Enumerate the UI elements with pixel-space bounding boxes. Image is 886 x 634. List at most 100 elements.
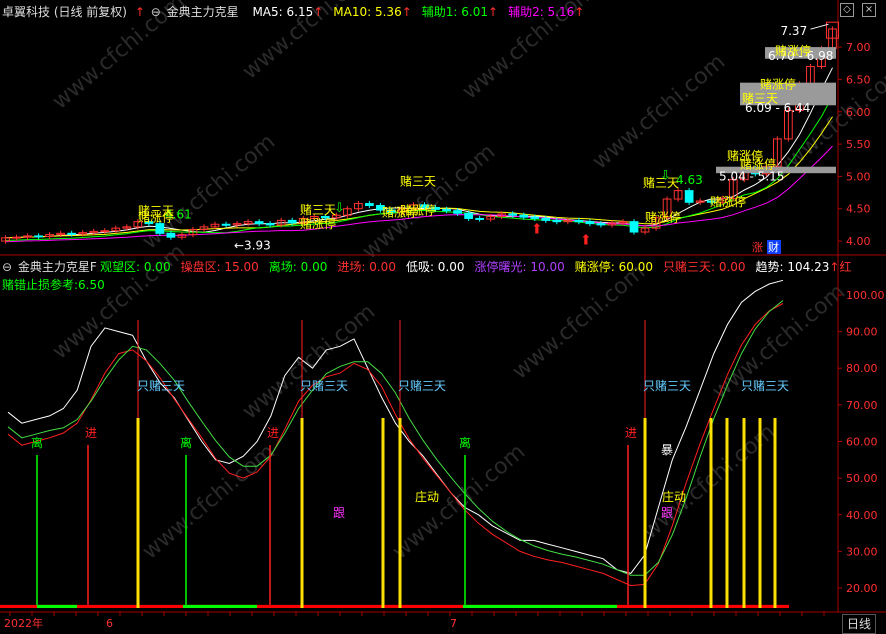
candle-body: [574, 219, 584, 223]
main-legend-item: MA10: 5.36: [333, 5, 402, 19]
watermark-text: www.cfchi.com: [588, 49, 730, 174]
y-tick-label: 6.00: [846, 106, 871, 119]
zone-watch: [37, 604, 77, 608]
down-arrow-icon: ⇩: [334, 201, 345, 216]
y-tick-label: 80.00: [846, 362, 878, 375]
candle-body: [552, 219, 562, 223]
candle-body: [585, 221, 595, 225]
main-legend: MA5: 6.15↑ MA10: 5.36↑ 辅助1: 6.01↑ 辅助2: 5.16…: [242, 5, 584, 19]
candle-body: [265, 223, 275, 226]
sub-legend-item: 只赌三天: 0.00: [662, 260, 746, 274]
candle-body: [221, 223, 231, 226]
value-label: 4.63: [676, 173, 703, 187]
candle-body: [365, 203, 374, 207]
candle-body: [464, 212, 473, 219]
sub-header: ⊖ 金典主力克星F: [2, 258, 97, 276]
window-title: 卓翼科技 (日线 前复权): [2, 5, 127, 19]
y-tick-label: 90.00: [846, 326, 878, 339]
up-arrow-icon: ↑: [313, 5, 324, 19]
candle-body: [254, 221, 264, 225]
up-arrow-icon: ↑: [574, 5, 585, 19]
gamble-label: 赌涨停: [645, 210, 681, 225]
main-legend-item: 辅助2: 5.16: [508, 5, 575, 19]
candle-body: [530, 216, 540, 219]
low-label: ←3.93: [234, 239, 271, 253]
three-days-label: 只赌三天: [137, 379, 185, 393]
y-tick-label: 70.00: [846, 399, 878, 412]
candle-body: [155, 223, 165, 234]
sub-legend-item: 进场: 0.00: [337, 260, 396, 274]
main-indicator-name[interactable]: 金典主力克星: [167, 5, 239, 19]
restore-icon[interactable]: ◇: [840, 3, 854, 17]
gamble-label: 赌涨停: [138, 210, 174, 225]
watermark-text: www.cfchi.com: [508, 259, 650, 384]
y-tick-label: 30.00: [846, 545, 878, 558]
three-days-label: 只赌三天: [643, 379, 691, 393]
stoploss-label: 赌错止损参考:6.50: [2, 278, 105, 292]
y-tick-label: 100.00: [846, 289, 885, 302]
up-arrow-icon: ↑: [488, 5, 499, 19]
sub-y-axis: 100.00 90.00 80.00 70.00 60.00 50.00 40.00 30.0…: [838, 289, 885, 595]
sub-legend-item: 赌涨停: 60.00: [574, 260, 653, 274]
gamble-label: 赌涨停: [760, 76, 796, 91]
enter-label: 进: [625, 426, 637, 440]
sub-legend-item: 操盘区: 15.00: [180, 260, 259, 274]
gamble-label: 赌涨停: [775, 43, 811, 58]
candle-body: [34, 235, 43, 238]
follow-label: 跟: [333, 506, 345, 520]
up-arrow-icon: ↑: [401, 5, 412, 19]
sub-legend: 观望区: 0.00 操盘区: 15.00 离场: 0.00 进场: 0.00 低吸: 0…: [100, 258, 851, 276]
zone-operate: [0, 604, 789, 608]
candle-body: [453, 210, 462, 214]
candle-body: [475, 217, 485, 220]
candle-body: [166, 232, 176, 238]
gamble-label: 赌涨停: [300, 216, 336, 231]
up-arrow-icon: ↑: [134, 5, 145, 19]
stock-chart: www.cfchi.com www.cfchi.com www.cfchi.comw…: [0, 0, 886, 616]
boost-label: 庄动: [415, 489, 439, 504]
month-label-6: 6: [106, 617, 113, 630]
gamble-label: 赌涨停: [400, 203, 436, 218]
trend-arrow-icon: ↑红: [829, 260, 852, 274]
y-tick-label: 7.00: [846, 41, 871, 54]
bottom-axis: [9, 612, 825, 616]
main-header: 卓翼科技 (日线 前复权) ↑ ⊖ 金典主力克星 MA5: 6.15↑ MA10:…: [2, 3, 584, 21]
three-days-label: 只赌三天: [398, 379, 446, 393]
exit-label: 离: [180, 435, 192, 450]
sub-indicator-name[interactable]: 金典主力克星F: [18, 260, 97, 274]
candle-body: [12, 236, 21, 239]
sub-legend-item: 观望区: 0.00: [100, 260, 171, 274]
sub-legend-item: 离场: 0.00: [268, 260, 328, 274]
candle-body: [596, 223, 606, 226]
gamble-label: 赌三天: [300, 203, 336, 217]
buy-arrow-icon: ⬆: [580, 232, 592, 248]
expand-icon[interactable]: ⊖: [151, 5, 161, 19]
candle-body: [67, 232, 77, 235]
candle-body: [541, 217, 551, 221]
main-legend-item: 辅助1: 6.01: [421, 5, 488, 19]
three-days-label: 只赌三天: [741, 379, 789, 393]
gamble-label: 赌三天: [400, 174, 436, 188]
y-tick-label: 40.00: [846, 509, 878, 522]
watermark-text: www.cfchi.com: [138, 439, 280, 564]
candle-body: [684, 190, 694, 203]
period-button[interactable]: 日线: [842, 614, 877, 634]
candle-body: [508, 213, 518, 216]
enter-label: 进: [85, 426, 97, 440]
boost-label: 庄动: [662, 489, 686, 504]
main-legend-item: MA5: 6.15: [252, 5, 314, 19]
candle-body: [629, 221, 639, 233]
sub-zone-bars: [0, 604, 789, 608]
high-pointer: [810, 23, 829, 30]
expand-icon[interactable]: ⊖: [2, 260, 12, 274]
y-tick-label: 50.00: [846, 472, 878, 485]
down-arrow-icon: ⇩: [660, 169, 671, 184]
zone-watch: [183, 604, 257, 608]
y-tick-label: 5.00: [846, 170, 871, 183]
sub-annotations: 离 离 离 进 进 进 只赌三天 只赌三天 只赌三天 只赌三天 只赌三天跟 跟 庄动 庄动 暴: [31, 320, 789, 608]
close-icon[interactable]: ×: [862, 3, 876, 17]
zone-watch: [463, 604, 617, 608]
gamble-label: 赌三天: [742, 92, 778, 106]
green-line: [7, 300, 784, 576]
y-tick-label: 4.50: [846, 203, 871, 216]
